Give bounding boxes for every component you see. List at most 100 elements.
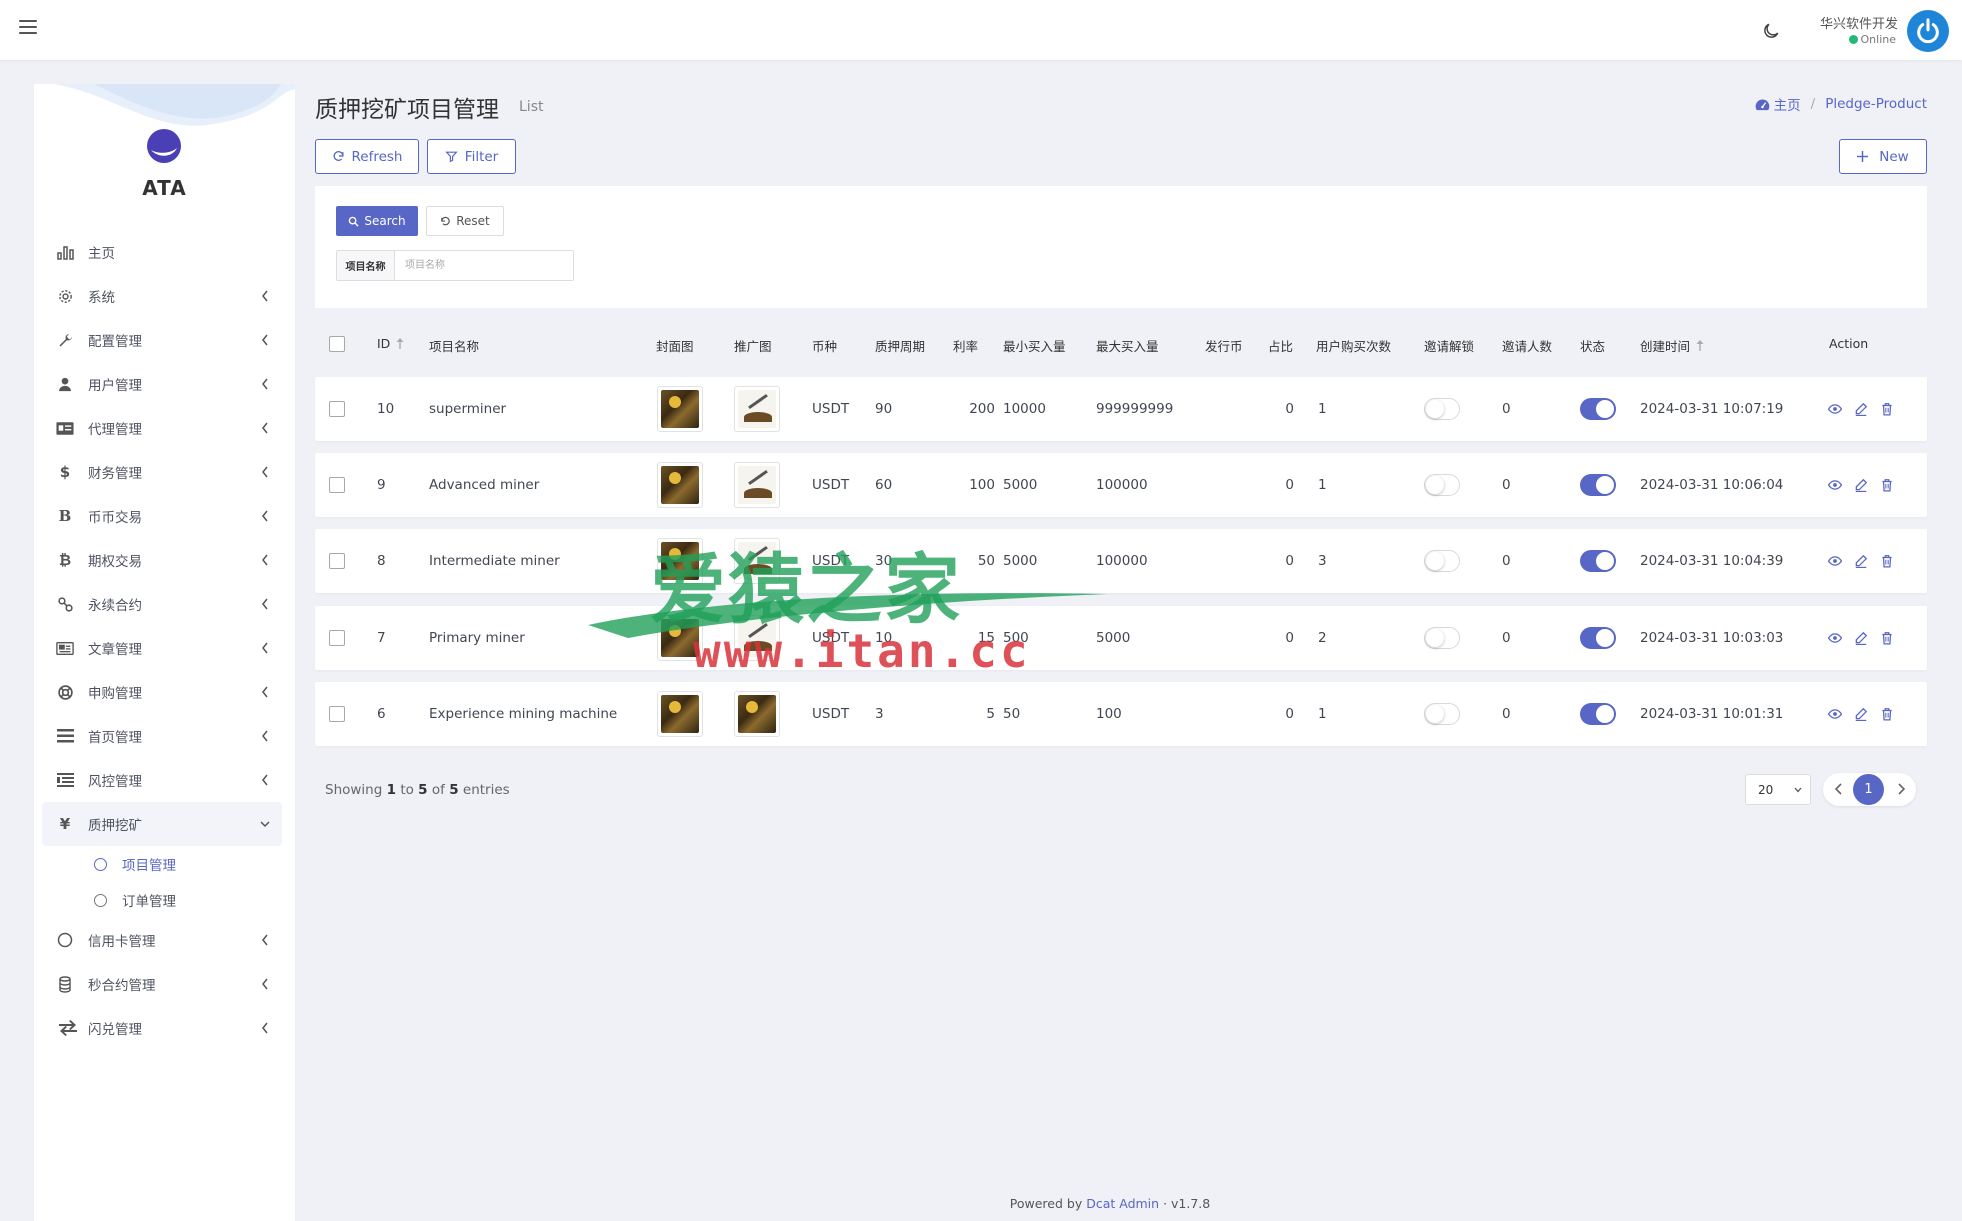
sidebar-item-homepage[interactable]: 首页管理 (42, 714, 282, 758)
sidebar-item-second-contract[interactable]: 秒合约管理 (42, 962, 282, 1006)
sidebar-item-perpetual[interactable]: 永续合约 (42, 582, 282, 626)
sidebar-item-label: 质押挖矿 (88, 818, 142, 834)
sidebar-item-label: 用户管理 (88, 378, 142, 394)
sidebar-item-options[interactable]: ₿ 期权交易 (42, 538, 282, 582)
status-toggle[interactable] (1580, 627, 1616, 649)
delete-trash-icon[interactable] (1880, 478, 1894, 492)
column-header-created[interactable]: 创建时间 (1640, 336, 1704, 355)
cell-rate: 15 (977, 630, 995, 646)
promo-image[interactable] (734, 615, 780, 661)
invite-unlock-toggle[interactable] (1424, 627, 1460, 649)
status-toggle[interactable] (1580, 703, 1616, 725)
filter-button[interactable]: Filter (427, 139, 516, 174)
delete-trash-icon[interactable] (1880, 707, 1894, 721)
delete-trash-icon[interactable] (1880, 402, 1894, 416)
edit-icon[interactable] (1854, 478, 1868, 492)
sidebar-item-credit-card[interactable]: 信用卡管理 (42, 918, 282, 962)
sidebar-item-spot-trading[interactable]: B 币币交易 (42, 494, 282, 538)
cell-created: 2024-03-31 10:06:04 (1640, 477, 1784, 493)
dark-mode-moon-icon[interactable] (1761, 21, 1781, 41)
invite-unlock-toggle[interactable] (1424, 398, 1460, 420)
view-eye-icon[interactable] (1828, 478, 1842, 492)
status-toggle[interactable] (1580, 398, 1616, 420)
user-name[interactable]: 华兴软件开发 (1820, 13, 1898, 32)
column-header-ratio: 占比 (1268, 339, 1294, 354)
promo-image[interactable] (734, 691, 780, 737)
sidebar-item-system[interactable]: 系统 (42, 274, 282, 318)
column-header-period: 质押周期 (875, 339, 926, 354)
avatar[interactable] (1907, 10, 1949, 52)
cover-image[interactable] (657, 615, 703, 661)
status-toggle[interactable] (1580, 550, 1616, 572)
sidebar-item-config[interactable]: 配置管理 (42, 318, 282, 362)
row-checkbox[interactable] (329, 630, 345, 646)
per-page-select[interactable]: 20 (1745, 774, 1811, 805)
search-button[interactable]: Search (336, 206, 418, 236)
promo-image[interactable] (734, 538, 780, 584)
prev-page-icon[interactable] (1831, 781, 1847, 797)
row-checkbox[interactable] (329, 401, 345, 417)
invite-unlock-toggle[interactable] (1424, 703, 1460, 725)
row-checkbox[interactable] (329, 553, 345, 569)
breadcrumb-home[interactable]: 主页 (1774, 94, 1801, 114)
status-toggle[interactable] (1580, 474, 1616, 496)
view-eye-icon[interactable] (1828, 554, 1842, 568)
cover-image[interactable] (657, 538, 703, 584)
sidebar-item-label: 永续合约 (88, 598, 142, 614)
showing-entries: Showing 1 to 5 of 5 entries (325, 782, 510, 798)
exchange-icon (56, 1019, 80, 1037)
invite-unlock-toggle[interactable] (1424, 550, 1460, 572)
sidebar-item-staking[interactable]: ¥ 质押挖矿 (42, 802, 282, 846)
sidebar-item-users[interactable]: 用户管理 (42, 362, 282, 406)
chevron-left-icon (262, 1022, 268, 1034)
sidebar-item-agents[interactable]: 代理管理 (42, 406, 282, 450)
row-checkbox[interactable] (329, 477, 345, 493)
sidebar-item-subscription[interactable]: 申购管理 (42, 670, 282, 714)
cover-image[interactable] (657, 462, 703, 508)
select-all-checkbox[interactable] (329, 336, 345, 352)
cover-image[interactable] (657, 691, 703, 737)
link-icon (56, 595, 74, 613)
hamburger-menu-icon[interactable] (19, 20, 37, 34)
sidebar-item-label: 秒合约管理 (88, 978, 156, 994)
sidebar-item-risk[interactable]: 风控管理 (42, 758, 282, 802)
sidebar-subitem-orders[interactable]: 订单管理 (42, 882, 282, 918)
page-1-button[interactable]: 1 (1853, 774, 1884, 805)
table-row: 7 Primary miner USDT 10 15 500 5000 0 2 0 2024-03-… (315, 606, 1927, 670)
edit-icon[interactable] (1854, 554, 1868, 568)
sidebar-item-articles[interactable]: 文章管理 (42, 626, 282, 670)
promo-image[interactable] (734, 462, 780, 508)
sort-icon[interactable] (396, 338, 404, 349)
view-eye-icon[interactable] (1828, 631, 1842, 645)
table-row: 8 Intermediate miner USDT 30 50 5000 100000 0 3 0… (315, 529, 1927, 593)
chevron-down-icon (1794, 787, 1802, 793)
sidebar-item-finance[interactable]: $ 财务管理 (42, 450, 282, 494)
footer: Powered by Dcat Admin · v1.7.8 (1009, 1196, 1211, 1211)
sidebar-item-home[interactable]: 主页 (42, 230, 282, 274)
sidebar-item-flash-exchange[interactable]: 闪兑管理 (42, 1006, 282, 1050)
row-checkbox[interactable] (329, 706, 345, 722)
new-button[interactable]: New (1839, 139, 1927, 174)
delete-trash-icon[interactable] (1880, 554, 1894, 568)
sidebar-subitem-projects[interactable]: 项目管理 (42, 846, 282, 882)
next-page-icon[interactable] (1893, 781, 1909, 797)
edit-icon[interactable] (1854, 402, 1868, 416)
sidebar: ATA 主页 系统 配置管理 用户管理 代理管理 $ 财务管理 B 币币交易 ₿… (34, 84, 295, 1221)
edit-icon[interactable] (1854, 707, 1868, 721)
view-eye-icon[interactable] (1828, 707, 1842, 721)
reset-button[interactable]: Reset (426, 206, 504, 236)
edit-icon[interactable] (1854, 631, 1868, 645)
sort-icon[interactable] (1696, 340, 1704, 351)
footer-link[interactable]: Dcat Admin (1086, 1196, 1159, 1211)
project-name-input[interactable] (395, 251, 573, 280)
promo-image[interactable] (734, 386, 780, 432)
cell-period: 10 (875, 630, 893, 646)
bitcoin-icon: ₿ (58, 551, 72, 569)
sidebar-item-label: 文章管理 (88, 642, 142, 658)
cover-image[interactable] (657, 386, 703, 432)
view-eye-icon[interactable] (1828, 402, 1842, 416)
refresh-button[interactable]: Refresh (315, 139, 419, 174)
invite-unlock-toggle[interactable] (1424, 474, 1460, 496)
column-header-id[interactable]: ID (377, 336, 404, 351)
delete-trash-icon[interactable] (1880, 631, 1894, 645)
